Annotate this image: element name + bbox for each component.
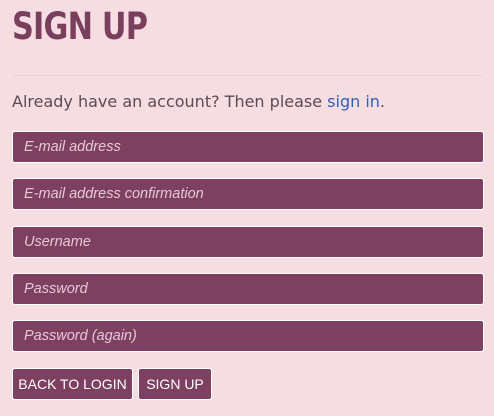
sign-up-button[interactable]: SIGN UP [138,368,212,400]
email-confirmation-field[interactable] [12,178,484,210]
email-field[interactable] [12,131,484,163]
signin-prompt-text: Already have an account? Then please [12,92,328,111]
back-to-login-button[interactable]: BACK TO LOGIN [12,368,133,400]
password-field[interactable] [12,273,484,305]
divider [12,75,482,76]
password-again-field[interactable] [12,320,484,352]
sign-in-link[interactable]: sign in [327,92,380,111]
username-field[interactable] [12,226,484,258]
signin-prompt: Already have an account? Then please sig… [12,92,385,111]
signin-prompt-suffix: . [379,92,386,111]
page-title: SIGN UP [12,5,148,48]
